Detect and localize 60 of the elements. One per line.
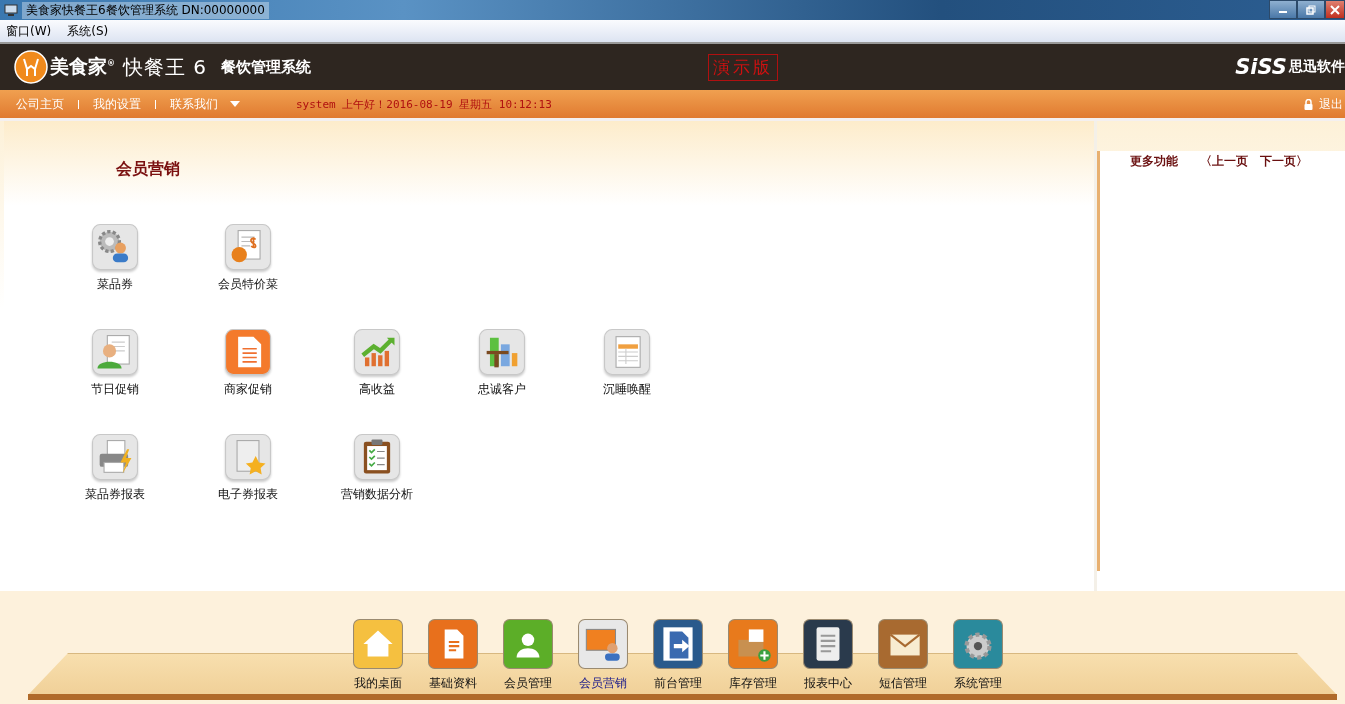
previous-page-link[interactable]: 〈上一页	[1200, 153, 1248, 170]
product-name: 快餐王 6	[123, 53, 208, 81]
vendor-logo: SiSS	[1235, 55, 1287, 79]
function-label[interactable]: 电子券报表	[217, 486, 278, 503]
close-button[interactable]	[1325, 0, 1345, 19]
dock-label[interactable]: 会员管理	[503, 675, 552, 692]
function-label[interactable]: 节日促销	[90, 381, 139, 398]
brand-name: 美食家$^{®}$	[50, 54, 115, 79]
house-icon[interactable]	[352, 619, 403, 669]
function-label[interactable]: 会员特价菜	[217, 276, 278, 293]
clipboard-icon[interactable]	[353, 434, 400, 480]
demo-stamp: 演示版	[708, 53, 779, 81]
menu-item[interactable]: 系统(S)	[67, 22, 109, 40]
box-add-icon[interactable]	[727, 619, 778, 669]
dock-label[interactable]: 系统管理	[953, 675, 1002, 692]
lock-icon	[1304, 98, 1313, 110]
printer-icon[interactable]	[91, 434, 138, 480]
dock-label[interactable]: 基础资料	[428, 675, 477, 692]
dock-label[interactable]: 会员营销	[578, 675, 627, 692]
document-list-icon[interactable]	[802, 619, 853, 669]
monitor-person-icon[interactable]	[577, 619, 628, 669]
caret-icon[interactable]	[230, 101, 240, 107]
restore-icon	[1306, 4, 1316, 15]
dock-label[interactable]: 我的桌面	[353, 675, 402, 692]
function-label[interactable]: 沉睡唤醒	[602, 381, 651, 398]
dock-label[interactable]: 短信管理	[878, 675, 927, 692]
greeting-text: system 上午好！2016-08-19 星期五 10:12:13	[296, 96, 552, 112]
star-document-icon[interactable]	[224, 434, 271, 480]
side-panel-title: 更多功能	[1130, 153, 1178, 170]
gears-icon[interactable]	[952, 619, 1003, 669]
person-document-icon[interactable]	[91, 329, 138, 375]
logo-icon	[14, 50, 48, 84]
dock-label[interactable]: 前台管理	[653, 675, 702, 692]
function-label[interactable]: 菜品券报表	[84, 486, 145, 503]
growth-chart-icon[interactable]	[353, 329, 400, 375]
dock-label[interactable]: 库存管理	[728, 675, 777, 692]
monitor-icon	[4, 4, 18, 16]
section-title: 会员营销	[116, 159, 181, 180]
vendor-name: 思迅软件	[1289, 58, 1345, 76]
function-label[interactable]: 营销数据分析	[340, 486, 413, 503]
menu-item[interactable]: 窗口(W)	[6, 22, 52, 40]
document-icon[interactable]	[427, 619, 478, 669]
envelope-icon[interactable]	[877, 619, 928, 669]
gear-person-icon[interactable]	[91, 224, 138, 270]
function-label[interactable]: 菜品券	[96, 276, 133, 293]
function-label[interactable]: 忠诚客户	[477, 381, 526, 398]
function-label[interactable]: 高收益	[358, 381, 395, 398]
product-subtitle: 餐饮管理系统	[221, 57, 312, 77]
price-document-icon[interactable]	[224, 224, 271, 270]
window-title: 美食家快餐王6餐饮管理系统 DN:00000000	[22, 1, 269, 19]
person-icon[interactable]	[502, 619, 553, 669]
document-icon[interactable]	[224, 329, 271, 375]
restore-button[interactable]	[1297, 0, 1325, 19]
dock-label[interactable]: 报表中心	[803, 675, 852, 692]
minimize-button[interactable]	[1269, 0, 1297, 19]
bar-chart-icon[interactable]	[478, 329, 525, 375]
table-document-icon[interactable]	[603, 329, 650, 375]
function-label[interactable]: 商家促销	[223, 381, 272, 398]
next-page-link[interactable]: 下一页〉	[1260, 153, 1308, 170]
close-icon	[1330, 4, 1340, 15]
